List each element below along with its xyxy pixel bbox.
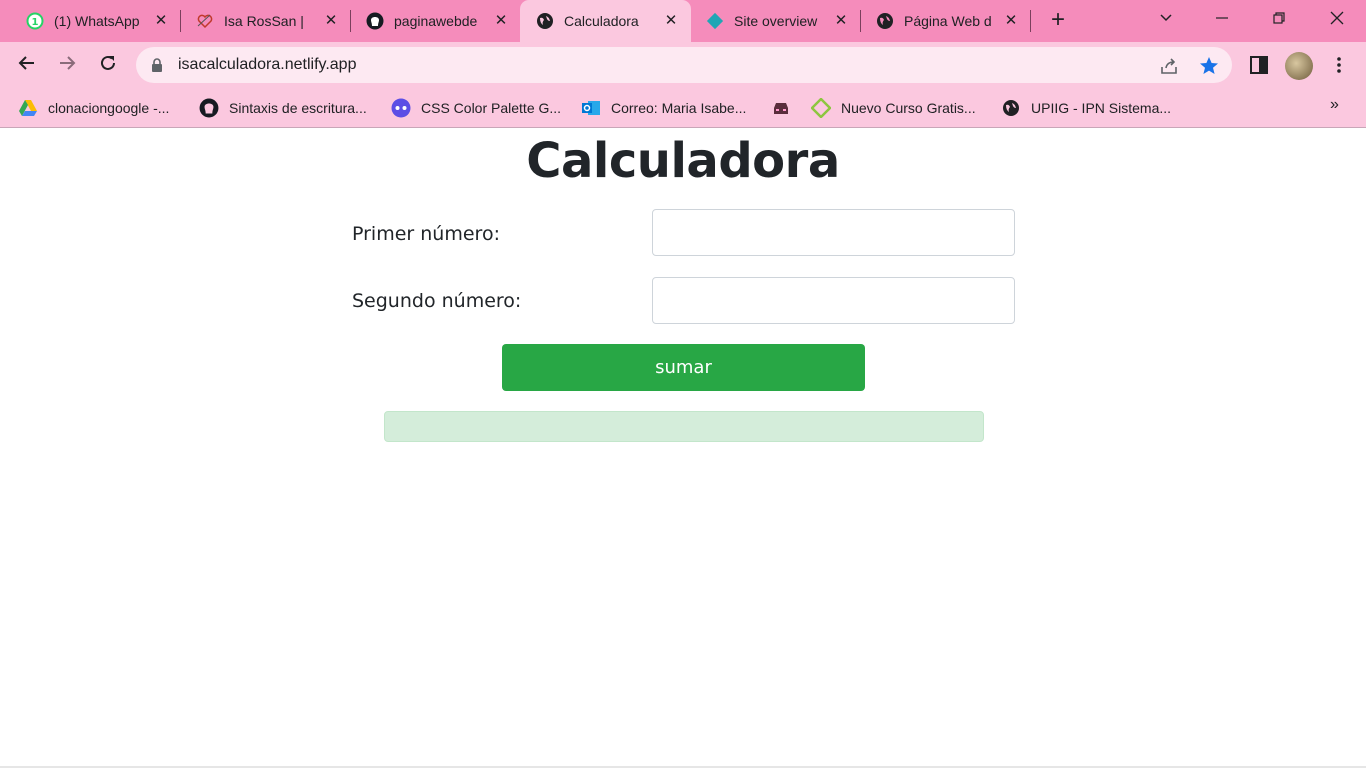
page-title: Calculadora	[526, 133, 840, 189]
outlook-icon	[581, 98, 601, 118]
tab-pagina-web[interactable]: Página Web d ✕	[860, 0, 1030, 42]
tab-site-overview[interactable]: Site overview ✕	[690, 0, 860, 42]
bookmark-upiig[interactable]: UPIIG - IPN Sistema...	[1001, 97, 1171, 119]
second-number-input[interactable]	[652, 277, 1015, 324]
close-icon[interactable]: ✕	[152, 12, 170, 30]
new-tab-button[interactable]: +	[1046, 8, 1070, 33]
tab-title: Página Web d	[904, 13, 992, 29]
close-window-icon[interactable]	[1325, 10, 1349, 32]
bookmark-label: Nuevo Curso Gratis...	[841, 100, 976, 116]
github-icon	[366, 12, 384, 30]
car-icon	[771, 98, 791, 118]
bookmark-label: UPIIG - IPN Sistema...	[1031, 100, 1172, 116]
tab-title: Site overview	[734, 13, 818, 29]
minimize-icon[interactable]	[1210, 10, 1234, 32]
bookmark-star-icon[interactable]	[1198, 55, 1220, 77]
diamond-icon	[811, 98, 831, 118]
tab-title: Calculadora	[564, 13, 639, 29]
page-content: Calculadora Primer número: Segundo númer…	[0, 129, 1366, 768]
back-arrow-icon[interactable]	[15, 53, 39, 77]
more-bookmarks-chevron[interactable]: »	[1330, 96, 1339, 114]
close-icon[interactable]: ✕	[662, 12, 680, 30]
browser-toolbar: isacalculadora.netlify.app	[0, 42, 1366, 88]
tab-title: paginawebde	[394, 13, 478, 29]
google-drive-icon	[18, 98, 38, 118]
bookmarks-bar: clonaciongoogle -... Sintaxis de escritu…	[0, 88, 1366, 128]
reload-icon[interactable]	[96, 53, 120, 77]
heart-doodle-icon	[196, 12, 214, 30]
url-text[interactable]: isacalculadora.netlify.app	[178, 56, 356, 74]
bookmark-correo[interactable]: Correo: Maria Isabe...	[581, 97, 746, 119]
restore-icon[interactable]	[1267, 10, 1291, 32]
palette-icon	[391, 98, 411, 118]
bookmark-label: CSS Color Palette G...	[421, 100, 562, 116]
profile-avatar[interactable]	[1285, 52, 1313, 80]
menu-kebab-icon[interactable]	[1328, 54, 1350, 76]
second-number-label: Segundo número:	[352, 290, 522, 312]
bookmark-car[interactable]	[771, 97, 801, 119]
close-icon[interactable]: ✕	[322, 12, 340, 30]
bookmark-css-palette[interactable]: CSS Color Palette G...	[391, 97, 561, 119]
bookmark-label: Correo: Maria Isabe...	[611, 100, 747, 116]
close-icon[interactable]: ✕	[1002, 12, 1020, 30]
share-icon[interactable]	[1158, 55, 1180, 77]
bookmark-label: Sintaxis de escritura...	[229, 100, 367, 116]
github-icon	[199, 98, 219, 118]
tab-search-icon[interactable]	[1154, 10, 1178, 32]
forward-arrow-icon[interactable]	[55, 53, 79, 77]
first-number-input[interactable]	[652, 209, 1015, 256]
bookmark-nuevo-curso[interactable]: Nuevo Curso Gratis...	[811, 97, 976, 119]
globe-icon	[876, 12, 894, 30]
close-icon[interactable]: ✕	[832, 12, 850, 30]
tab-title: (1) WhatsApp	[54, 13, 140, 29]
globe-icon	[536, 12, 554, 30]
whatsapp-icon: 1	[26, 12, 44, 30]
lock-icon[interactable]	[151, 58, 163, 72]
bookmark-label: clonaciongoogle -...	[48, 100, 170, 116]
tab-paginawebde[interactable]: paginawebde ✕	[350, 0, 520, 42]
address-bar[interactable]: isacalculadora.netlify.app	[136, 47, 1232, 83]
bookmark-sintaxis[interactable]: Sintaxis de escritura...	[199, 97, 367, 119]
tab-strip: 1 (1) WhatsApp ✕ Isa RosSan | D ✕ pagina…	[0, 0, 1366, 42]
tab-whatsapp[interactable]: 1 (1) WhatsApp ✕	[10, 0, 180, 42]
close-icon[interactable]: ✕	[492, 12, 510, 30]
first-number-label: Primer número:	[352, 223, 500, 245]
bookmark-clonaciongoogle[interactable]: clonaciongoogle -...	[18, 97, 169, 119]
result-box	[384, 411, 984, 442]
tab-calculadora[interactable]: Calculadora ✕	[520, 0, 691, 42]
netlify-icon	[706, 12, 724, 30]
globe-icon	[1001, 98, 1021, 118]
whatsapp-badge: 1	[32, 17, 39, 28]
tab-title: Isa RosSan | D	[224, 13, 306, 29]
tab-isa-rossan[interactable]: Isa RosSan | D ✕	[180, 0, 350, 42]
sumar-button[interactable]: sumar	[502, 344, 865, 391]
side-panel-icon[interactable]	[1248, 54, 1270, 76]
